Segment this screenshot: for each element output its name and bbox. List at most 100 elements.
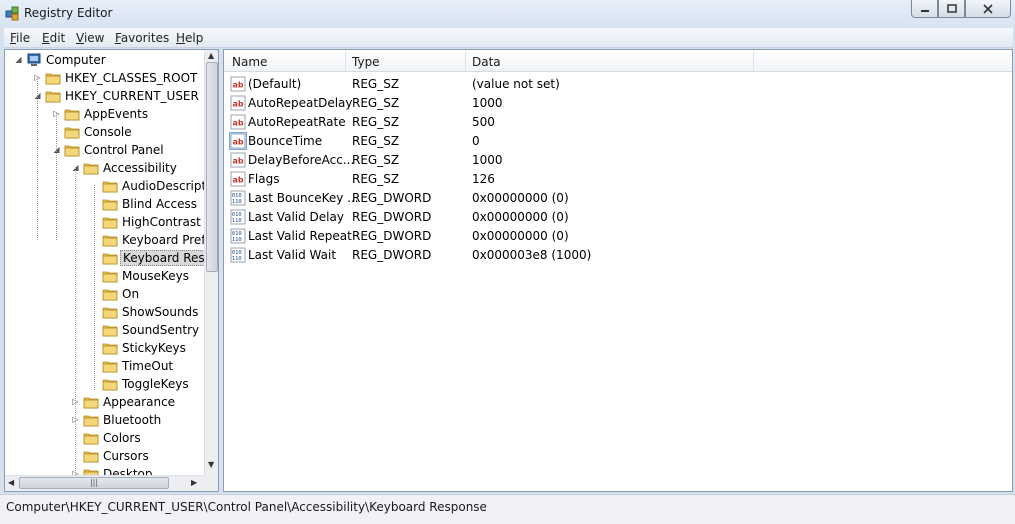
column-divider[interactable] bbox=[345, 51, 346, 71]
tree-item-label[interactable]: Computer bbox=[44, 53, 108, 67]
tree-item-audiodescript[interactable]: AudioDescript bbox=[5, 177, 206, 195]
tree-item-label[interactable]: On bbox=[120, 287, 141, 301]
value-row[interactable]: ab AutoRepeatDelay REG_SZ 1000 bbox=[224, 93, 1012, 112]
value-type: REG_DWORD bbox=[352, 191, 432, 205]
tree-item-keyboard-prefe[interactable]: Keyboard Prefe bbox=[5, 231, 213, 249]
tree-item-bluetooth[interactable]: ▷ Bluetooth bbox=[5, 411, 204, 429]
tree-item-cursors[interactable]: Cursors bbox=[5, 447, 204, 465]
menu-label-rest: iew bbox=[83, 31, 105, 45]
tree-item-togglekeys[interactable]: ToggleKeys bbox=[5, 375, 204, 393]
menu-view[interactable]: View bbox=[76, 31, 104, 45]
value-row[interactable]: 010 110 Last BounceKey ... REG_DWORD 0x00000… bbox=[224, 188, 1012, 207]
tree-item-label[interactable]: AudioDescript bbox=[120, 179, 208, 193]
tree-item-label[interactable]: Colors bbox=[101, 431, 143, 445]
tree-item-stickykeys[interactable]: StickyKeys bbox=[5, 339, 204, 357]
tree-item-mousekeys[interactable]: MouseKeys bbox=[5, 267, 204, 285]
column-divider[interactable] bbox=[465, 51, 466, 71]
tree-item-colors[interactable]: Colors bbox=[5, 429, 204, 447]
tree-item-label[interactable]: ShowSounds bbox=[120, 305, 200, 319]
value-row[interactable]: 010 110 Last Valid Delay REG_DWORD 0x0000000… bbox=[224, 207, 1012, 226]
tree-item-timeout[interactable]: TimeOut bbox=[5, 357, 204, 375]
scroll-down-icon[interactable]: ▼ bbox=[208, 460, 214, 469]
folder-icon bbox=[64, 142, 80, 158]
folder-icon bbox=[102, 376, 118, 392]
tree-item-computer[interactable]: ◢ Computer bbox=[5, 51, 204, 69]
string-value-icon: ab bbox=[230, 114, 246, 130]
tree-item-blind-access[interactable]: Blind Access bbox=[5, 195, 204, 213]
tree-item-label[interactable]: Accessibility bbox=[101, 161, 179, 175]
tree-item-label[interactable]: Bluetooth bbox=[101, 413, 163, 427]
value-row[interactable]: ab (Default) REG_SZ (value not set) bbox=[224, 74, 1012, 93]
folder-icon bbox=[102, 214, 118, 230]
menu-help[interactable]: Help bbox=[176, 31, 203, 45]
tree-item-control-panel[interactable]: ◢ Control Panel bbox=[5, 141, 204, 159]
tree-item-hkey-classes-root[interactable]: ▷ HKEY_CLASSES_ROOT bbox=[5, 69, 204, 87]
minimize-button[interactable] bbox=[911, 0, 938, 18]
svg-text:ab: ab bbox=[233, 176, 244, 185]
value-name: AutoRepeatDelay bbox=[248, 96, 353, 110]
value-row[interactable]: 010 110 Last Valid Wait REG_DWORD 0x000003e8… bbox=[224, 245, 1012, 264]
menu-label-rest: ile bbox=[16, 31, 31, 45]
folder-icon bbox=[102, 358, 118, 374]
column-type-header[interactable]: Type bbox=[352, 55, 380, 69]
value-row[interactable]: ab DelayBeforeAcc... REG_SZ 1000 bbox=[224, 150, 1012, 169]
tree-item-appearance[interactable]: ▷ Appearance bbox=[5, 393, 204, 411]
column-name-header[interactable]: Name bbox=[232, 55, 267, 69]
tree-horizontal-scroll-thumb[interactable]: ||| bbox=[19, 477, 169, 489]
tree-item-label[interactable]: Console bbox=[82, 125, 134, 139]
tree-item-label[interactable]: HKEY_CURRENT_USER bbox=[63, 89, 201, 103]
tree-item-highcontrast[interactable]: HighContrast bbox=[5, 213, 204, 231]
value-row[interactable]: ab AutoRepeatRate REG_SZ 500 bbox=[224, 112, 1012, 131]
tree-item-label[interactable]: Blind Access bbox=[120, 197, 199, 211]
menu-file[interactable]: File bbox=[10, 31, 30, 45]
svg-text:ab: ab bbox=[233, 100, 244, 109]
value-type: REG_DWORD bbox=[352, 210, 432, 224]
tree-item-label[interactable]: TimeOut bbox=[120, 359, 175, 373]
tree-item-hkey-current-user[interactable]: ◢ HKEY_CURRENT_USER bbox=[5, 87, 204, 105]
tree-item-showsounds[interactable]: ShowSounds bbox=[5, 303, 204, 321]
column-divider[interactable] bbox=[753, 51, 754, 71]
tree-item-label[interactable]: HKEY_CLASSES_ROOT bbox=[63, 71, 199, 85]
key-tree-pane[interactable]: ◢ Computer ▷ HKEY_CLASSES_ROOT ◢ HKEY_CURRENT… bbox=[4, 49, 219, 492]
tree-item-label[interactable]: StickyKeys bbox=[120, 341, 188, 355]
list-header: Name Type Data bbox=[224, 50, 1012, 72]
tree-item-label[interactable]: Keyboard Prefe bbox=[120, 233, 215, 247]
binary-value-icon: 010 110 bbox=[230, 247, 246, 263]
collapse-arrow-icon[interactable]: ◢ bbox=[14, 55, 23, 64]
values-list-pane[interactable]: Name Type Data ab (Default) REG_SZ (value n… bbox=[223, 49, 1013, 492]
scroll-right-icon[interactable]: ▶ bbox=[191, 478, 197, 487]
value-row[interactable]: ab Flags REG_SZ 126 bbox=[224, 169, 1012, 188]
menu-edit[interactable]: Edit bbox=[42, 31, 65, 45]
close-button[interactable] bbox=[965, 0, 1011, 18]
scroll-up-icon[interactable]: ▲ bbox=[208, 51, 214, 60]
tree-item-label[interactable]: AppEvents bbox=[82, 107, 150, 121]
value-type: REG_DWORD bbox=[352, 248, 432, 262]
tree-item-console[interactable]: Console bbox=[5, 123, 204, 141]
value-name: Flags bbox=[248, 172, 280, 186]
tree-item-label[interactable]: MouseKeys bbox=[120, 269, 191, 283]
tree-item-label[interactable]: ToggleKeys bbox=[120, 377, 191, 391]
value-row[interactable]: ab BounceTime REG_SZ 0 bbox=[224, 131, 1012, 150]
tree-item-soundsentry[interactable]: SoundSentry bbox=[5, 321, 204, 339]
menu-bar: File Edit View Favorites Help bbox=[4, 28, 1013, 48]
tree-item-keyboard-resp[interactable]: Keyboard Resp bbox=[5, 249, 216, 267]
tree-horizontal-scrollbar[interactable]: ◀ ||| ▶ bbox=[5, 475, 204, 491]
tree-item-accessibility[interactable]: ◢ Accessibility bbox=[5, 159, 204, 177]
tree-item-label[interactable]: Control Panel bbox=[82, 143, 166, 157]
tree-item-label[interactable]: Cursors bbox=[101, 449, 151, 463]
tree-item-label[interactable]: SoundSentry bbox=[120, 323, 201, 337]
scroll-left-icon[interactable]: ◀ bbox=[8, 478, 14, 487]
tree-item-label[interactable]: HighContrast bbox=[120, 215, 203, 229]
svg-text:ab: ab bbox=[233, 157, 244, 166]
menu-favorites[interactable]: Favorites bbox=[115, 31, 169, 45]
column-data-header[interactable]: Data bbox=[472, 55, 501, 69]
tree-item-on[interactable]: On bbox=[5, 285, 204, 303]
tree-vertical-scrollbar[interactable]: ▲ ▼ bbox=[204, 50, 218, 475]
maximize-button[interactable] bbox=[938, 0, 965, 18]
value-row[interactable]: 010 110 Last Valid Repeat REG_DWORD 0x000000… bbox=[224, 226, 1012, 245]
folder-icon bbox=[45, 88, 61, 104]
tree-item-label[interactable]: Appearance bbox=[101, 395, 177, 409]
tree-item-appevents[interactable]: ▷ AppEvents bbox=[5, 105, 204, 123]
tree-vertical-scroll-thumb[interactable] bbox=[206, 62, 218, 272]
tree-item-label[interactable]: Keyboard Resp bbox=[120, 250, 216, 266]
